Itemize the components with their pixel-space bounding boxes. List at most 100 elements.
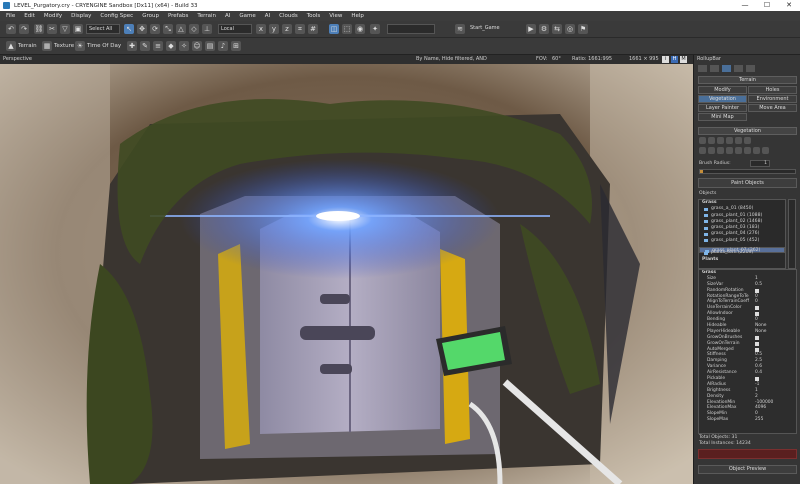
checkbox-icon[interactable] (755, 377, 759, 382)
undo-icon[interactable]: ↶ (6, 24, 16, 34)
menu-ai[interactable]: AI (225, 13, 230, 19)
checkbox-icon[interactable] (704, 207, 708, 211)
checkbox-icon[interactable] (755, 306, 759, 311)
link-icon[interactable]: ⛓ (34, 24, 44, 34)
scale-tool-icon[interactable]: ⤡ (163, 24, 173, 34)
checkbox-icon[interactable] (704, 226, 708, 230)
snap-objects-icon[interactable]: ◇ (189, 24, 199, 34)
road-icon[interactable]: ≡ (153, 41, 163, 51)
menu-modify[interactable]: Modify (44, 13, 62, 19)
clone-object-icon[interactable] (708, 137, 715, 144)
material-icon[interactable]: ◉ (355, 24, 365, 34)
facial-icon[interactable]: ☺ (192, 41, 202, 51)
brush-icon[interactable]: ✎ (140, 41, 150, 51)
hide-icon[interactable] (708, 147, 715, 154)
layer-painter-button[interactable]: Layer Painter (698, 104, 747, 112)
menu-clouds[interactable]: Clouds (279, 13, 298, 19)
layers-tab-icon[interactable] (746, 65, 755, 72)
select-all-dropdown[interactable]: Select All (86, 24, 120, 34)
viewport-filter[interactable]: By Name, Hide filtered, AND (416, 55, 487, 64)
tree-item[interactable]: grass_plant_05 (452) (699, 238, 785, 244)
object-preview-header[interactable]: Object Preview (698, 465, 797, 474)
tree-scrollbar[interactable] (788, 199, 796, 269)
snap-grid-icon[interactable]: # (308, 24, 318, 34)
menu-tools[interactable]: Tools (307, 13, 321, 19)
snap-terrain-icon[interactable]: △ (176, 24, 186, 34)
rename-category-icon[interactable] (744, 137, 751, 144)
rotate-icon[interactable] (744, 147, 751, 154)
menu-edit[interactable]: Edit (24, 13, 35, 19)
ai-physics-icon[interactable]: ⚙ (539, 24, 549, 34)
checkbox-icon[interactable] (704, 220, 708, 224)
lighting-icon[interactable]: ✧ (179, 41, 189, 51)
constrain-z-icon[interactable]: z (282, 24, 292, 34)
select-tool-icon[interactable]: ↖ (124, 24, 134, 34)
move-area-button[interactable]: Move Area (748, 104, 797, 112)
menu-help[interactable]: Help (351, 13, 364, 19)
vegetation-button[interactable]: Vegetation (698, 95, 747, 103)
helpers-button[interactable]: H (671, 56, 678, 63)
checkbox-icon[interactable] (755, 347, 759, 352)
properties-grid[interactable]: Grass Size 1 SizeVar 0.5 RandomRotation Ro… (698, 269, 797, 434)
environment-button[interactable]: Environment (748, 95, 797, 103)
rotate-tool-icon[interactable]: ⟳ (150, 24, 160, 34)
holes-button[interactable]: Holes (748, 86, 797, 94)
terrain-icon[interactable]: ▲ (6, 41, 16, 51)
sound-icon[interactable]: ♪ (218, 41, 228, 51)
merge-icon[interactable] (726, 147, 733, 154)
object-mode-icon[interactable]: ◫ (329, 24, 339, 34)
filter-icon[interactable]: ▽ (60, 24, 70, 34)
lock-icon[interactable]: ▣ (73, 24, 83, 34)
close-button[interactable]: ✕ (778, 0, 800, 11)
checkbox-icon[interactable] (704, 232, 708, 236)
unlink-icon[interactable]: ✂ (47, 24, 57, 34)
entity-icon[interactable]: ✚ (127, 41, 137, 51)
menu-file[interactable]: File (6, 13, 15, 19)
terrain-section-header[interactable]: Terrain (698, 76, 797, 84)
terrain-button-label[interactable]: Terrain (18, 43, 37, 49)
viewport-name[interactable]: Perspective (3, 55, 32, 64)
terrain-tab-icon[interactable] (710, 65, 719, 72)
menu-terrain[interactable]: Terrain (197, 13, 216, 19)
start-game-label[interactable]: Start_Game (468, 24, 520, 34)
shape-icon[interactable]: ◆ (166, 41, 176, 51)
constrain-x-icon[interactable]: x (256, 24, 266, 34)
move-tool-icon[interactable]: ✥ (137, 24, 147, 34)
trackview-icon[interactable]: ▤ (205, 41, 215, 51)
paint-objects-button[interactable]: Paint Objects (698, 178, 797, 188)
physics-icon[interactable]: ✦ (370, 24, 380, 34)
replace-object-icon[interactable] (717, 137, 724, 144)
flag-icon[interactable]: ⚑ (578, 24, 588, 34)
checkbox-icon[interactable] (704, 251, 708, 255)
maximize-button[interactable]: ☐ (756, 0, 778, 11)
import-icon[interactable] (753, 147, 760, 154)
layers-icon[interactable]: ≋ (455, 24, 465, 34)
info-button[interactable]: i (662, 56, 669, 63)
layer-dropdown[interactable] (387, 24, 435, 34)
vegetation-section-header[interactable]: Vegetation (698, 127, 797, 135)
texture-icon[interactable]: ▦ (42, 41, 52, 51)
scale-icon[interactable] (735, 147, 742, 154)
group-plants[interactable]: Plants (699, 257, 785, 263)
menu-view[interactable]: View (329, 13, 342, 19)
menu-game[interactable]: Game (239, 13, 255, 19)
add-category-icon[interactable] (735, 137, 742, 144)
menu-group[interactable]: Group (142, 13, 159, 19)
minimize-button[interactable]: — (734, 0, 756, 11)
display-tab-icon[interactable] (734, 65, 743, 72)
flowgraph-icon[interactable]: ⊞ (231, 41, 241, 51)
add-object-icon[interactable] (699, 137, 706, 144)
menu-prefabs[interactable]: Prefabs (168, 13, 188, 19)
modelling-tab-icon[interactable] (722, 65, 731, 72)
time-of-day-icon[interactable]: ☀ (75, 41, 85, 51)
menu-display[interactable]: Display (71, 13, 91, 19)
camera-icon[interactable]: ◎ (565, 24, 575, 34)
checkbox-icon[interactable] (755, 335, 759, 340)
unhide-icon[interactable] (717, 147, 724, 154)
select-instances-icon[interactable] (699, 147, 706, 154)
objects-tree[interactable]: Grass grass_a_01 (8450) grass_plant_01 (… (698, 199, 786, 269)
modify-button[interactable]: Modify (698, 86, 747, 94)
brush-radius-slider[interactable] (699, 169, 796, 174)
checkbox-icon[interactable] (755, 312, 759, 317)
checkbox-icon[interactable] (755, 288, 759, 293)
